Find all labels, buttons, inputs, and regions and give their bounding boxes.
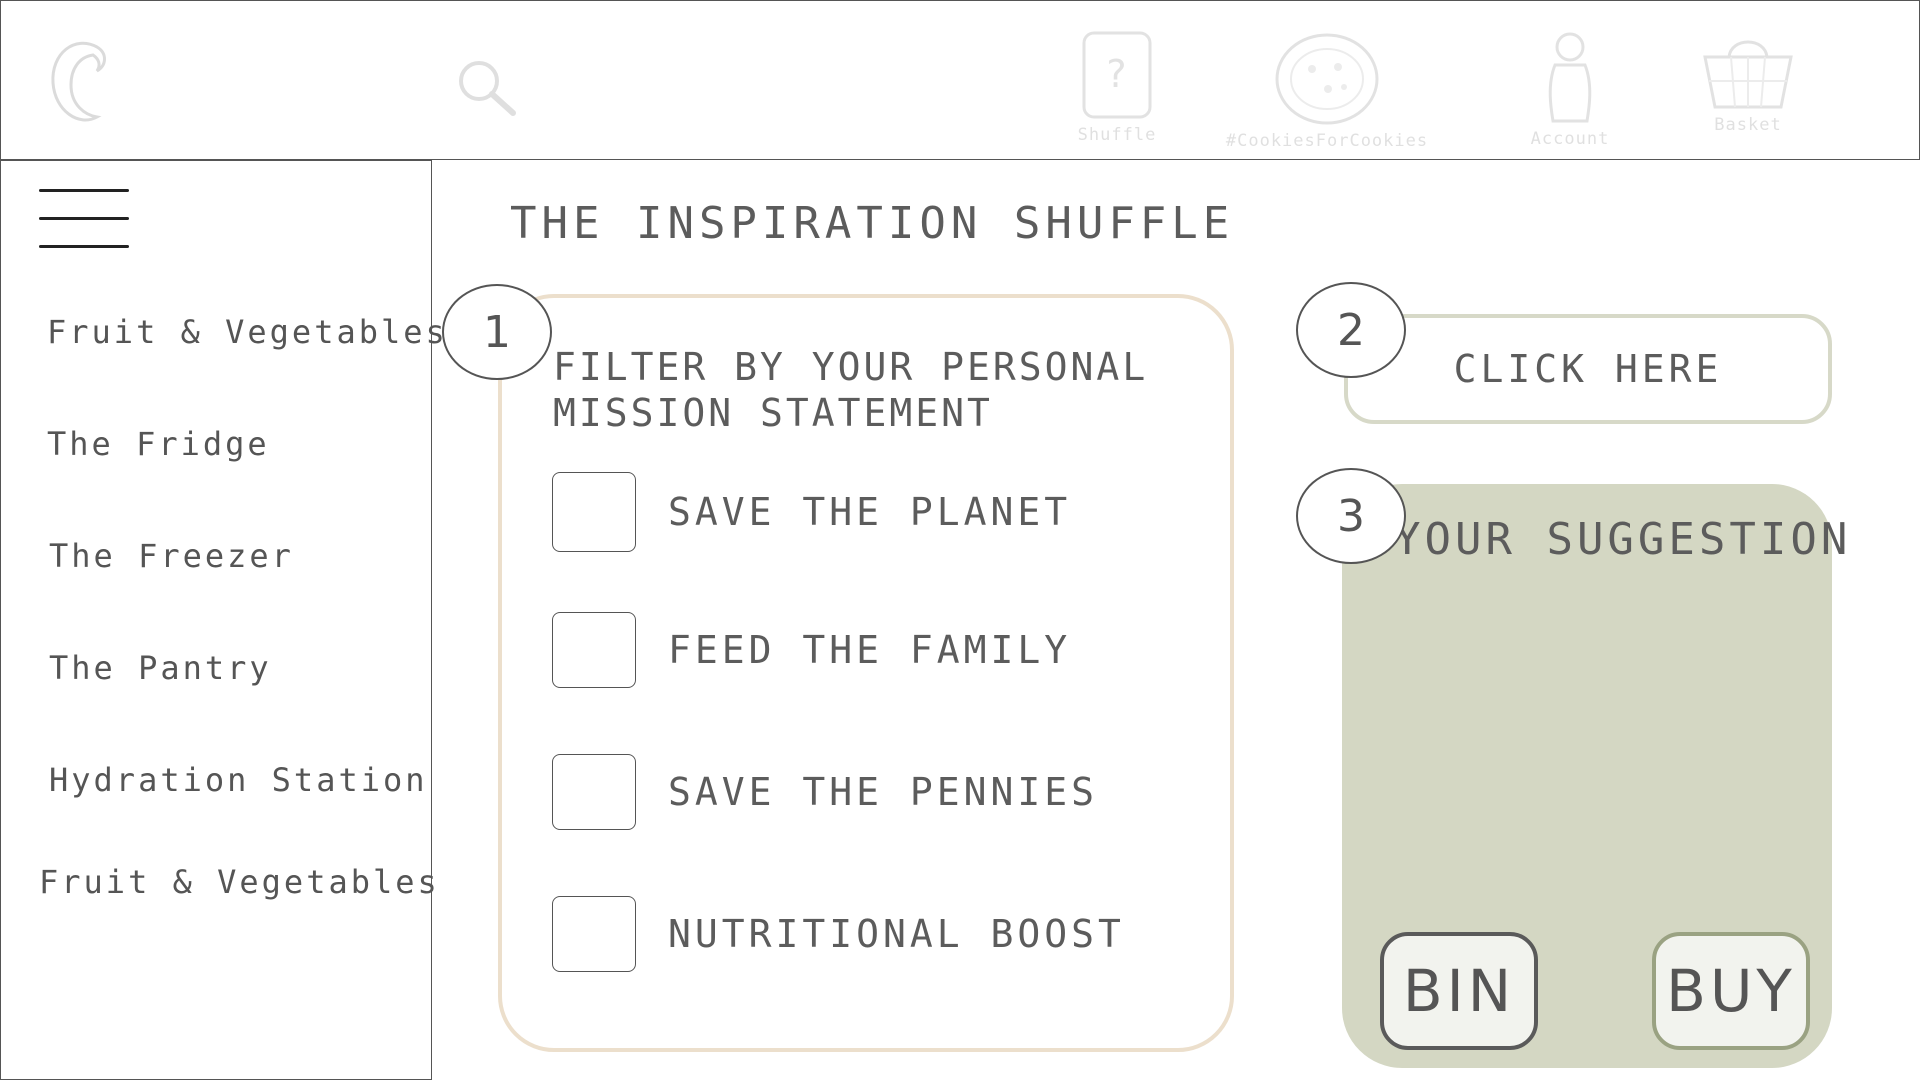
sidebar-item-fruit-vegetables-2[interactable]: Fruit & Vegetables: [39, 863, 440, 901]
feed-family-checkbox[interactable]: [552, 612, 636, 688]
nav-shuffle-label: Shuffle: [1077, 125, 1157, 145]
nav-cookies[interactable]: #CookiesForCookies: [1217, 29, 1437, 151]
save-planet-checkbox[interactable]: [552, 472, 636, 552]
sidebar-item-freezer[interactable]: The Freezer: [49, 537, 294, 575]
filter-heading: FILTER BY YOUR PERSONAL MISSION STATEMEN…: [553, 344, 1173, 436]
click-here-button[interactable]: CLICK HERE: [1344, 314, 1832, 424]
step-1-badge: 1: [442, 284, 552, 380]
nav-account[interactable]: Account: [1527, 29, 1613, 149]
filter-option-save-pennies[interactable]: SAVE THE PENNIES: [552, 754, 1098, 830]
filter-option-save-planet[interactable]: SAVE THE PLANET: [552, 472, 1071, 552]
basket-icon: [1703, 40, 1793, 109]
filter-heading-line1: FILTER BY YOUR PERSONAL: [553, 345, 1149, 389]
logo-icon[interactable]: [45, 35, 117, 131]
nutritional-boost-checkbox[interactable]: [552, 896, 636, 972]
nav-basket[interactable]: Basket: [1701, 29, 1795, 135]
step-2-badge: 2: [1296, 282, 1406, 378]
nav-basket-label: Basket: [1714, 115, 1782, 135]
question-card-icon: ?: [1082, 31, 1152, 119]
sidebar: Fruit & Vegetables The Fridge The Freeze…: [0, 160, 445, 1080]
filter-option-label: SAVE THE PENNIES: [668, 770, 1099, 814]
filter-option-label: FEED THE FAMILY: [668, 628, 1072, 672]
sidebar-item-fridge[interactable]: The Fridge: [47, 425, 270, 463]
save-pennies-checkbox[interactable]: [552, 754, 636, 830]
filter-option-label: SAVE THE PLANET: [668, 490, 1072, 534]
search-icon[interactable]: [455, 59, 517, 117]
sidebar-item-fruit-vegetables[interactable]: Fruit & Vegetables: [47, 313, 448, 351]
cookie-icon: [1275, 33, 1379, 125]
sidebar-item-pantry[interactable]: The Pantry: [49, 649, 272, 687]
step-3-badge: 3: [1296, 468, 1406, 564]
top-header: ? Shuffle #CookiesForCookies Account Bas…: [0, 0, 1920, 160]
filter-option-label: NUTRITIONAL BOOST: [668, 912, 1125, 956]
nav-shuffle[interactable]: ? Shuffle: [1071, 29, 1163, 145]
nav-account-label: Account: [1530, 129, 1610, 149]
page-title: THE INSPIRATION SHUFFLE: [510, 198, 1235, 249]
svg-text:?: ?: [1106, 52, 1127, 96]
nav-cookies-label: #CookiesForCookies: [1225, 131, 1429, 151]
filter-heading-line2: MISSION STATEMENT: [553, 391, 993, 435]
filter-option-nutritional-boost[interactable]: NUTRITIONAL BOOST: [552, 896, 1125, 972]
suggestion-title: YOUR SUGGESTION: [1394, 514, 1852, 565]
person-icon: [1548, 32, 1592, 123]
buy-button[interactable]: BUY: [1652, 932, 1810, 1050]
bin-button[interactable]: BIN: [1380, 932, 1538, 1050]
filter-option-feed-family[interactable]: FEED THE FAMILY: [552, 612, 1071, 688]
hamburger-menu-icon[interactable]: [39, 189, 129, 255]
sidebar-item-hydration-station[interactable]: Hydration Station: [49, 761, 428, 799]
